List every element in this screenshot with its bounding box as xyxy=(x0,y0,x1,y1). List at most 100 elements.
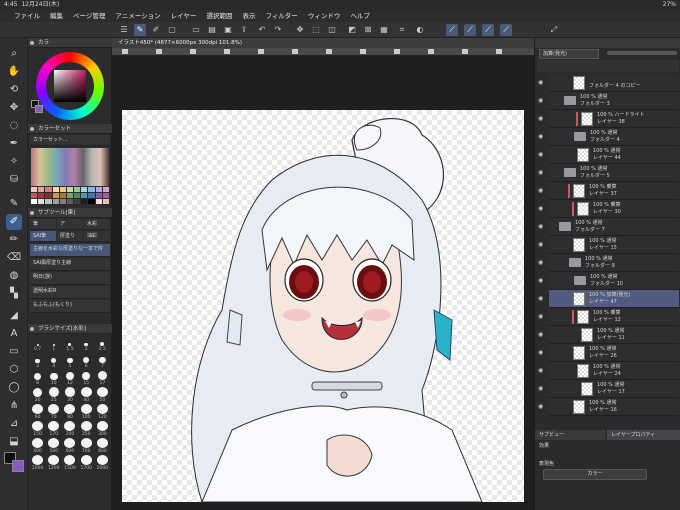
brush-size-preset[interactable]: 1.5 xyxy=(62,336,77,352)
brush-size-preset[interactable]: 800 xyxy=(95,438,110,454)
menu-view[interactable]: 表示 xyxy=(237,10,260,22)
color-swatch[interactable] xyxy=(74,199,81,204)
color-swatch[interactable] xyxy=(31,199,38,204)
brush-size-preset[interactable]: 3 xyxy=(30,353,45,369)
color-swatch[interactable] xyxy=(38,199,45,204)
brush-size-preset[interactable]: 300 xyxy=(95,421,110,437)
export-icon[interactable]: ⇪ xyxy=(238,24,250,36)
color-swatch[interactable] xyxy=(45,193,52,198)
brush-size-preset[interactable]: 400 xyxy=(30,438,45,454)
color-swatch[interactable] xyxy=(81,193,88,198)
brush-size-preset[interactable]: 60 xyxy=(30,404,45,420)
visibility-eye-icon[interactable]: ◉ xyxy=(538,169,546,176)
layer-row[interactable]: ◉ 100 % 通常 フォルダー 5 xyxy=(538,164,679,182)
layer-row[interactable]: ◉ 100 % 通常 レイヤー 26 xyxy=(538,344,679,362)
pen-icon[interactable]: ✎ xyxy=(6,196,22,212)
color-swatch[interactable] xyxy=(88,187,95,192)
color-swatch[interactable] xyxy=(66,193,74,198)
brush-size-preset[interactable]: 80 xyxy=(62,404,77,420)
brush-item-2[interactable]: SAI風厚塗り主線 xyxy=(30,258,110,271)
color-swatch[interactable] xyxy=(45,199,52,204)
visibility-eye-icon[interactable]: ◉ xyxy=(538,259,546,266)
color-wheel-header[interactable]: カラ xyxy=(28,38,112,48)
color-swatch[interactable] xyxy=(31,193,38,198)
subtool-tab-5[interactable]: 厚塗り xyxy=(57,231,83,242)
grass-icon[interactable]: ⋔ xyxy=(6,398,22,414)
pencil-icon[interactable]: ✏ xyxy=(6,232,22,248)
brush-size-preset[interactable]: 600 xyxy=(62,438,77,454)
fill-icon[interactable]: ▦ xyxy=(378,24,390,36)
visibility-eye-icon[interactable]: ◉ xyxy=(538,223,546,230)
layer-row[interactable]: ◉ 100 % 通常 レイヤー 44 xyxy=(538,146,679,164)
brush-size-preset[interactable]: 70 xyxy=(46,404,61,420)
menu-edit[interactable]: 編集 xyxy=(45,10,68,22)
color-swatch[interactable] xyxy=(88,199,95,204)
brush-size-preset[interactable]: 12 xyxy=(62,370,77,386)
subtool-tab-2[interactable]: ア xyxy=(57,219,83,230)
expression-color-select[interactable]: カラー xyxy=(543,469,647,480)
zoom-icon[interactable]: ⌕ xyxy=(6,46,22,62)
color-swatch[interactable] xyxy=(74,193,81,198)
brush-size-preset[interactable]: 4 xyxy=(46,353,61,369)
brush-size-preset[interactable]: 100 xyxy=(79,404,94,420)
layer-row[interactable]: ◉ 100 % 通常 レイヤー 17 xyxy=(538,380,679,398)
color-swatch[interactable] xyxy=(81,199,88,204)
subtool-header[interactable]: サブツール[筆] xyxy=(28,208,112,218)
brush-item-1[interactable]: 主線を水彩な厚塗りな一本で吟 xyxy=(30,244,110,257)
brush-size-preset[interactable]: 500 xyxy=(46,438,61,454)
hand-icon[interactable]: ✋ xyxy=(6,64,22,80)
layer-row[interactable]: ◉ 100 % 通常 フォルダー 3 xyxy=(538,92,679,110)
color-swatch[interactable] xyxy=(38,193,45,198)
brush-size-preset[interactable]: 7 xyxy=(95,353,110,369)
brush-size-preset[interactable]: 150 xyxy=(30,421,45,437)
transform-icon[interactable]: ✥ xyxy=(294,24,306,36)
color-swatch[interactable] xyxy=(81,187,88,192)
stabilizer-2-icon[interactable]: ⟋ xyxy=(464,24,476,36)
layer-row[interactable]: ◉ 100 % 通常 フォルダー 4 xyxy=(538,128,679,146)
colorset-header[interactable]: カラーセット xyxy=(28,124,112,134)
color-swatch[interactable] xyxy=(38,187,45,192)
blend-icon[interactable]: ◍ xyxy=(6,268,22,284)
brush-size-preset[interactable]: 1500 xyxy=(62,455,77,471)
brush-size-preset[interactable]: 200 xyxy=(62,421,77,437)
color-swatch[interactable] xyxy=(95,193,102,198)
layer-row[interactable]: ◉ 100 % 通常 フォルダー 9 xyxy=(538,254,679,272)
brush-size-preset[interactable]: 170 xyxy=(46,421,61,437)
brush-size-preset[interactable]: 1700 xyxy=(79,455,94,471)
layer-row[interactable]: ◉ 100 % 通常 フォルダー 7 xyxy=(538,218,679,236)
color-swatch[interactable] xyxy=(52,199,59,204)
visibility-eye-icon[interactable]: ◉ xyxy=(538,367,546,374)
visibility-eye-icon[interactable]: ◉ xyxy=(538,349,546,356)
color-swatch[interactable] xyxy=(31,187,38,192)
brush-size-preset[interactable]: 5 xyxy=(62,353,77,369)
open-icon[interactable]: ▤ xyxy=(206,24,218,36)
menu-selection[interactable]: 選択範囲 xyxy=(201,10,237,22)
brush-size-preset[interactable]: 15 xyxy=(79,370,94,386)
visibility-eye-icon[interactable]: ◉ xyxy=(538,205,546,212)
visibility-eye-icon[interactable]: ◉ xyxy=(538,277,546,284)
shape-icon[interactable]: ⬡ xyxy=(6,362,22,378)
visibility-eye-icon[interactable]: ◉ xyxy=(538,241,546,248)
invert-select-icon[interactable]: ◩ xyxy=(346,24,358,36)
pen-mode-icon[interactable]: ✎ xyxy=(134,24,146,36)
menu-file[interactable]: ファイル xyxy=(0,10,45,22)
menu-animation[interactable]: アニメーション xyxy=(110,10,165,22)
save-icon[interactable]: ▣ xyxy=(222,24,234,36)
brush-size-preset[interactable]: 2 xyxy=(79,336,94,352)
visibility-eye-icon[interactable]: ◉ xyxy=(538,403,546,410)
color-swatch[interactable] xyxy=(59,187,66,192)
subtool-tab-4[interactable]: SAI筆 xyxy=(30,231,56,242)
color-sub-chip[interactable] xyxy=(35,105,43,113)
move-icon[interactable]: ✥ xyxy=(6,100,22,116)
brush-size-preset[interactable]: 2.5 xyxy=(95,336,110,352)
color-swatch[interactable] xyxy=(95,187,102,192)
color-swatch[interactable] xyxy=(66,187,74,192)
layer-row[interactable]: ◉ 100 % 乗算 レイヤー 12 xyxy=(538,308,679,326)
subtool-tab-1[interactable]: 筆 xyxy=(30,219,56,230)
brush-size-preset[interactable]: 1 xyxy=(46,336,61,352)
color-swatch[interactable] xyxy=(59,193,66,198)
layer-row[interactable]: ◉ 100 % 通常 レイヤー 11 xyxy=(538,326,679,344)
clear-icon[interactable]: ⊠ xyxy=(362,24,374,36)
layer-row[interactable]: ◉ 100 % 通常 フォルダー 10 xyxy=(538,272,679,290)
brush-size-preset[interactable]: 17 xyxy=(95,370,110,386)
